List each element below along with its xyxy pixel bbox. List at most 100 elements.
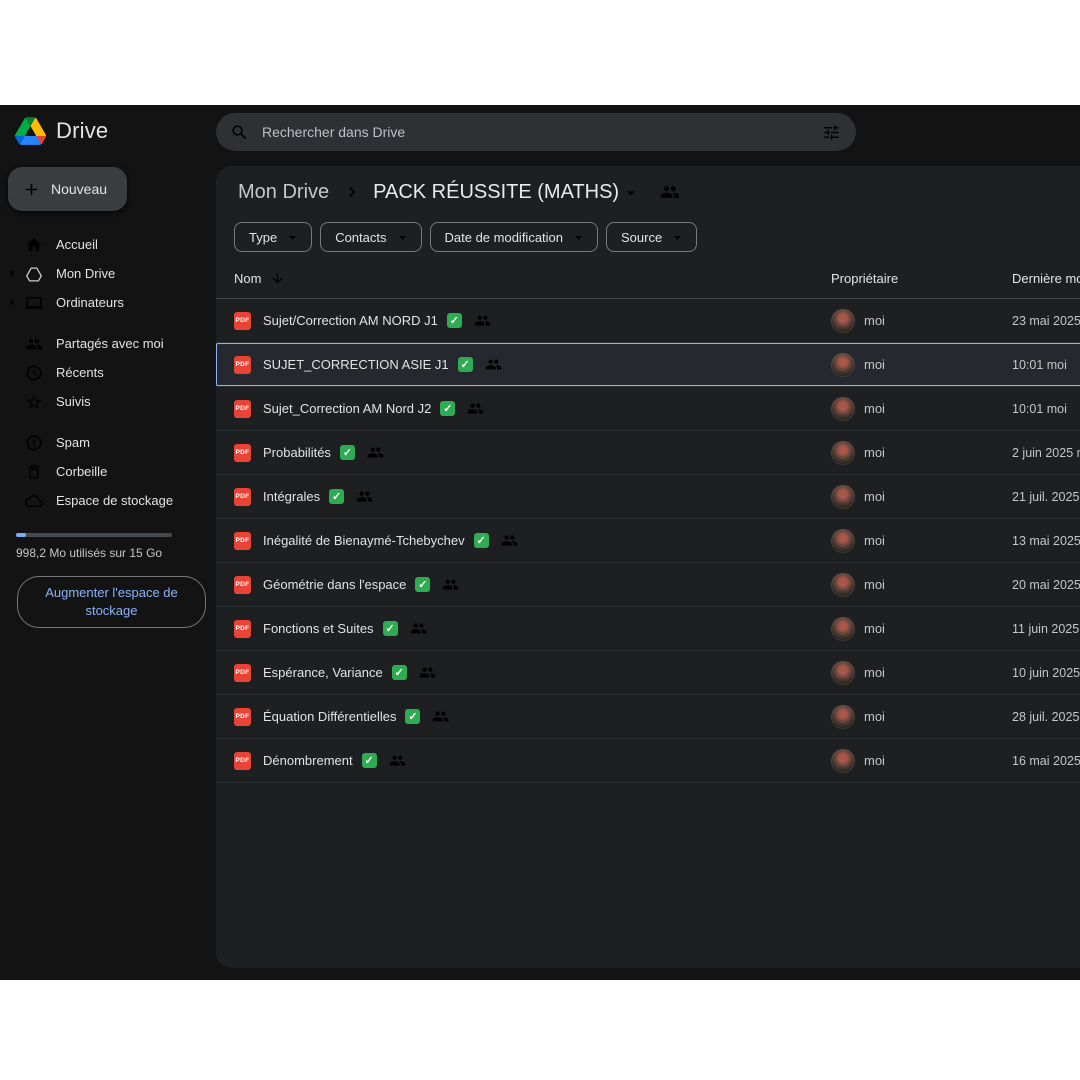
shared-icon xyxy=(442,576,459,593)
shared-icon xyxy=(501,532,518,549)
sidebar-item-mon-drive[interactable]: Mon Drive xyxy=(0,259,216,288)
file-row[interactable]: PDF Sujet_Correction AM Nord J2 ✓ moi 10… xyxy=(216,387,1080,431)
filter-chip-date-modification[interactable]: Date de modification xyxy=(430,222,599,252)
owner-name: moi xyxy=(864,665,885,680)
chevron-down-icon xyxy=(284,229,301,246)
folder-title: PACK RÉUSSITE (MATHS) xyxy=(373,181,619,204)
owner-name: moi xyxy=(864,709,885,724)
spam-icon xyxy=(25,434,43,452)
file-name: Probabilités xyxy=(263,445,331,460)
file-row[interactable]: PDF Fonctions et Suites ✓ moi 11 juin 20… xyxy=(216,607,1080,651)
file-list: PDF Sujet/Correction AM NORD J1 ✓ moi 23… xyxy=(216,299,1080,783)
file-row[interactable]: PDF Sujet/Correction AM NORD J1 ✓ moi 23… xyxy=(216,299,1080,343)
storage-usage-text: 998,2 Mo utilisés sur 15 Go xyxy=(0,537,216,560)
people-icon xyxy=(25,335,43,353)
modified-date: 10 juin 2025 xyxy=(1012,666,1080,680)
modified-date: 16 mai 2025 xyxy=(1012,754,1080,768)
upgrade-storage-button[interactable]: Augmenter l'espace de stockage xyxy=(17,576,206,628)
file-row[interactable]: PDF Géométrie dans l'espace ✓ moi 20 mai… xyxy=(216,563,1080,607)
filter-chip-source[interactable]: Source xyxy=(606,222,697,252)
file-row[interactable]: PDF Espérance, Variance ✓ moi 10 juin 20… xyxy=(216,651,1080,695)
owner-avatar xyxy=(831,705,855,729)
shared-icon xyxy=(410,620,427,637)
sidebar-item-label: Ordinateurs xyxy=(56,295,124,310)
pdf-icon: PDF xyxy=(234,400,251,418)
check-emoji-icon: ✓ xyxy=(415,577,430,592)
owner-name: moi xyxy=(864,445,885,460)
breadcrumb-current[interactable]: PACK RÉUSSITE (MATHS) xyxy=(371,179,643,206)
check-emoji-icon: ✓ xyxy=(329,489,344,504)
app-title: Drive xyxy=(56,118,108,144)
modified-date: 11 juin 2025 xyxy=(1012,622,1080,636)
drive-logo-icon xyxy=(15,117,46,145)
sort-arrow-down-icon xyxy=(270,271,285,286)
file-row[interactable]: PDF Inégalité de Bienaymé-Tchebychev ✓ m… xyxy=(216,519,1080,563)
owner-name: moi xyxy=(864,401,885,416)
chevron-down-icon xyxy=(570,229,587,246)
sidebar-item-recents[interactable]: Récents xyxy=(0,358,216,387)
owner-avatar xyxy=(831,661,855,685)
file-row[interactable]: PDF Probabilités ✓ moi 2 juin 2025 m xyxy=(216,431,1080,475)
sidebar-item-label: Espace de stockage xyxy=(56,493,173,508)
cloud-icon xyxy=(25,492,43,510)
owner-name: moi xyxy=(864,357,885,372)
column-header-nom[interactable]: Nom xyxy=(216,271,819,286)
expand-arrow-icon[interactable] xyxy=(4,265,20,281)
filter-bar: Type Contacts Date de modification Sourc… xyxy=(216,208,1080,252)
owner-avatar xyxy=(831,441,855,465)
drive-icon xyxy=(25,265,43,283)
sidebar: Drive Nouveau Accueil Mon Drive xyxy=(0,105,216,980)
filter-chip-contacts[interactable]: Contacts xyxy=(320,222,421,252)
pdf-icon: PDF xyxy=(234,356,251,374)
sidebar-item-label: Récents xyxy=(56,365,104,380)
file-name: Dénombrement xyxy=(263,753,353,768)
file-name: Fonctions et Suites xyxy=(263,621,374,636)
owner-avatar xyxy=(831,617,855,641)
file-row[interactable]: PDF Dénombrement ✓ moi 16 mai 2025 xyxy=(216,739,1080,783)
share-members-button[interactable] xyxy=(658,180,682,204)
owner-name: moi xyxy=(864,577,885,592)
home-icon xyxy=(25,236,43,254)
search-options-button[interactable] xyxy=(820,121,843,144)
column-label: Nom xyxy=(234,271,261,286)
chip-label: Source xyxy=(621,230,662,245)
file-name: Sujet_Correction AM Nord J2 xyxy=(263,401,431,416)
filter-chip-type[interactable]: Type xyxy=(234,222,312,252)
check-emoji-icon: ✓ xyxy=(405,709,420,724)
modified-date: 28 juil. 2025 xyxy=(1012,710,1080,724)
sidebar-item-suivis[interactable]: Suivis xyxy=(0,387,216,416)
sidebar-item-espace-de-stockage[interactable]: Espace de stockage xyxy=(0,486,216,515)
file-row[interactable]: PDF Équation Différentielles ✓ moi 28 ju… xyxy=(216,695,1080,739)
page-margin-bottom xyxy=(0,980,1080,1080)
chevron-right-icon xyxy=(342,182,362,202)
page-margin-top xyxy=(0,0,1080,105)
pdf-icon: PDF xyxy=(234,488,251,506)
check-emoji-icon: ✓ xyxy=(340,445,355,460)
drive-logo[interactable]: Drive xyxy=(0,105,216,155)
owner-avatar xyxy=(831,749,855,773)
modified-date: 21 juil. 2025 xyxy=(1012,490,1080,504)
computer-icon xyxy=(25,294,43,312)
sidebar-item-accueil[interactable]: Accueil xyxy=(0,230,216,259)
file-row-selected[interactable]: PDF SUJET_CORRECTION ASIE J1 ✓ moi 10:01… xyxy=(216,343,1080,387)
sidebar-item-spam[interactable]: Spam xyxy=(0,428,216,457)
sidebar-item-partages-avec-moi[interactable]: Partagés avec moi xyxy=(0,329,216,358)
owner-name: moi xyxy=(864,489,885,504)
file-row[interactable]: PDF Intégrales ✓ moi 21 juil. 2025 xyxy=(216,475,1080,519)
search-icon xyxy=(230,123,249,142)
column-header-proprietaire[interactable]: Propriétaire xyxy=(819,271,1012,286)
modified-date: 2 juin 2025 m xyxy=(1012,446,1080,460)
new-button[interactable]: Nouveau xyxy=(8,167,127,211)
search-bar[interactable] xyxy=(216,113,856,151)
pdf-icon: PDF xyxy=(234,312,251,330)
content-panel: Mon Drive PACK RÉUSSITE (MATHS) Type Con… xyxy=(216,166,1080,968)
sidebar-item-ordinateurs[interactable]: Ordinateurs xyxy=(0,288,216,317)
expand-arrow-icon[interactable] xyxy=(4,294,20,310)
modified-date: 23 mai 2025 xyxy=(1012,314,1080,328)
search-input[interactable] xyxy=(260,123,809,141)
column-header-derniere-modification[interactable]: Dernière modification xyxy=(1012,271,1080,286)
breadcrumb-parent[interactable]: Mon Drive xyxy=(234,179,333,206)
sidebar-item-corbeille[interactable]: Corbeille xyxy=(0,457,216,486)
check-emoji-icon: ✓ xyxy=(383,621,398,636)
main-area: Mon Drive PACK RÉUSSITE (MATHS) Type Con… xyxy=(216,105,1080,980)
